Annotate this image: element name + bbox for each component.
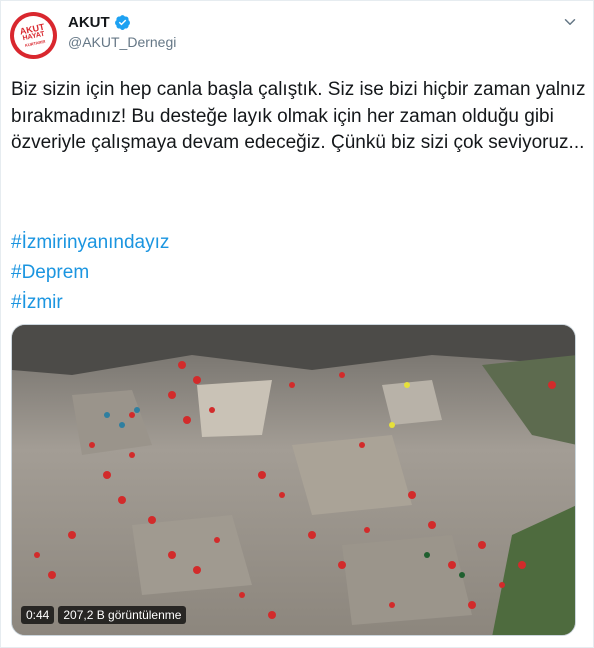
video-thumbnail [12,325,575,635]
name-row: AKUT [68,14,131,31]
hashtag-list: #İzmirinyanındayız #Deprem #İzmir [11,228,169,318]
video-duration: 0:44 [21,606,55,624]
video-player[interactable]: 0:44 207,2 B görüntülenme [11,324,576,636]
display-name[interactable]: AKUT [68,14,110,31]
hashtag-izmir[interactable]: #İzmir [11,288,63,318]
verified-badge-icon [114,15,130,30]
chevron-down-icon[interactable] [561,13,579,31]
hashtag-deprem[interactable]: #Deprem [11,258,89,288]
avatar[interactable]: AKUT HAYAT KURTARIR [10,12,57,59]
user-handle[interactable]: @AKUT_Dernegi [68,34,176,50]
video-views: 207,2 B görüntülenme [58,606,187,624]
tweet-card: AKUT HAYAT KURTARIR AKUT @AKUT_Dernegi B… [0,0,594,648]
tweet-text: Biz sizin için hep canla başla çalıştık.… [11,79,586,153]
hashtag-izmirinyanindayiz[interactable]: #İzmirinyanındayız [11,228,169,258]
akut-logo: AKUT HAYAT KURTARIR [10,12,57,59]
video-badges: 0:44 207,2 B görüntülenme [21,606,187,624]
